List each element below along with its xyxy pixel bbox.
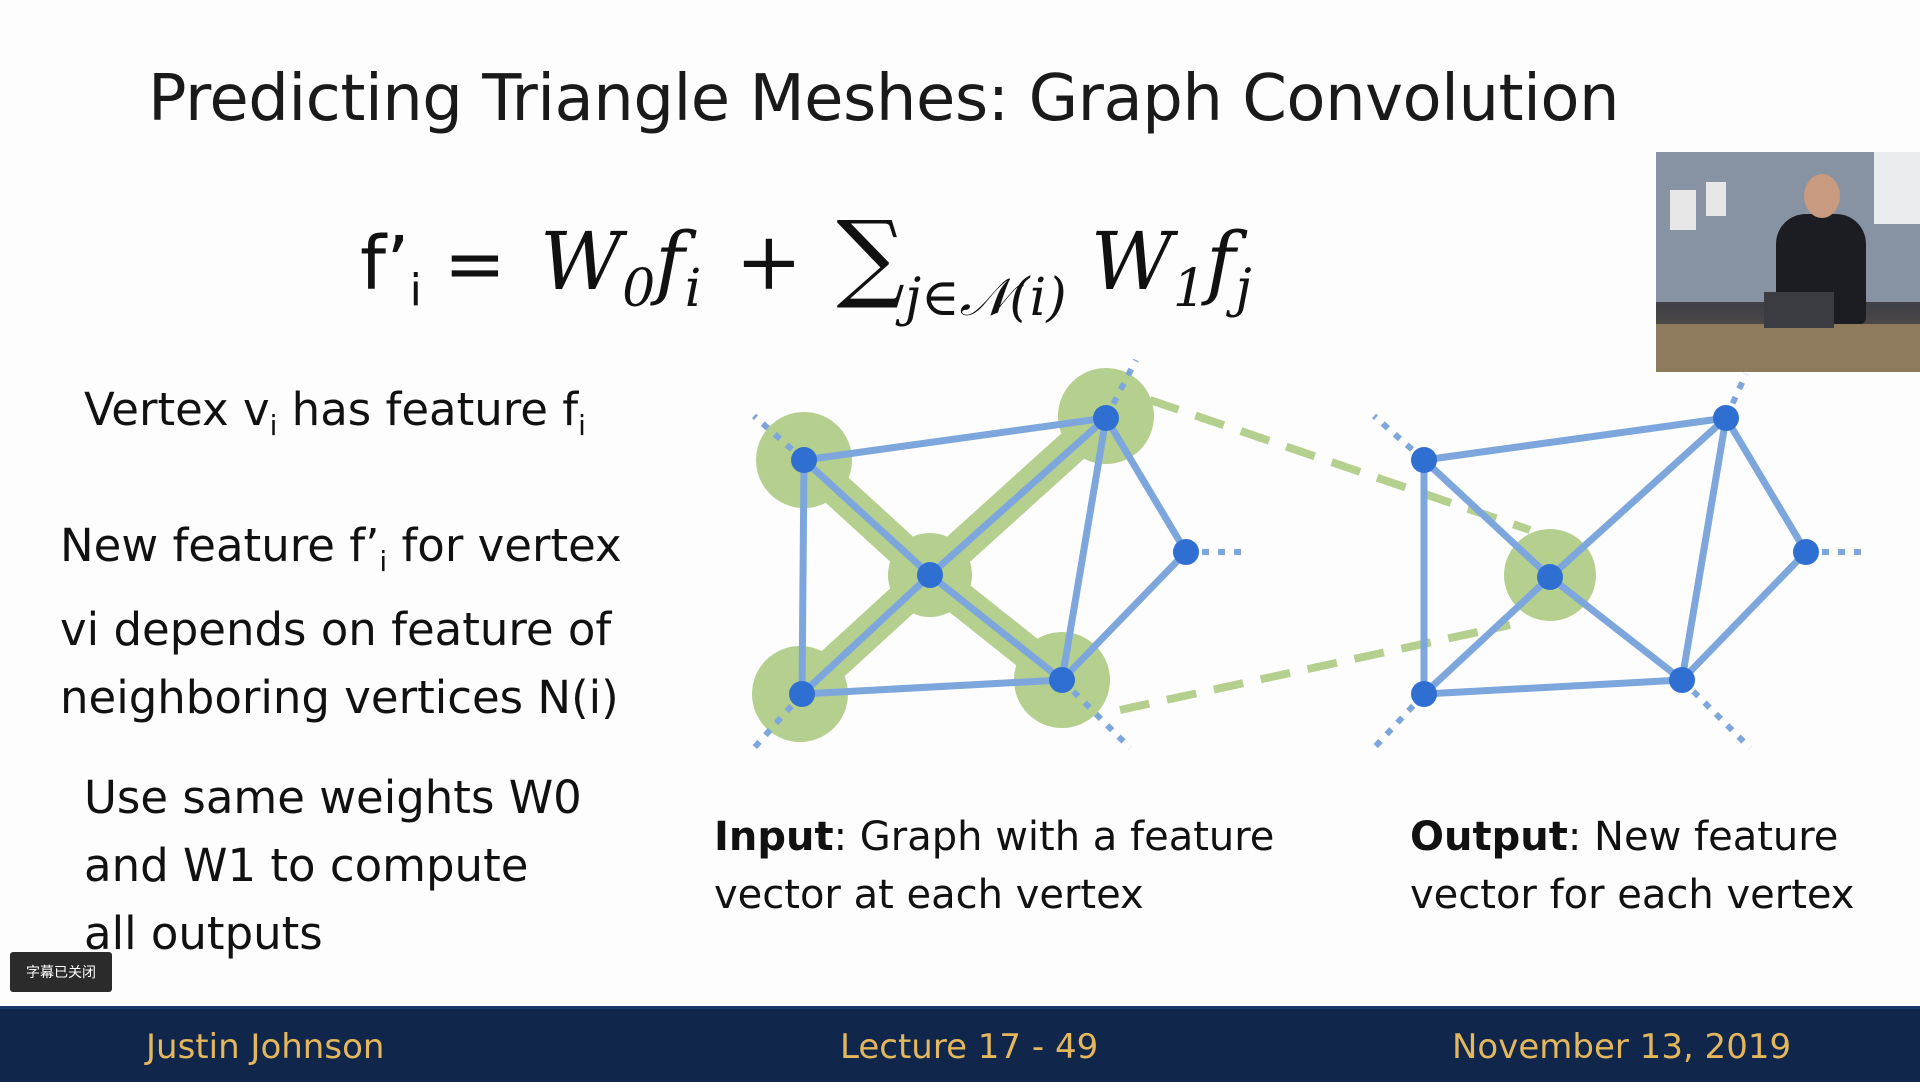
mapping-dashed-lines [1119,396,1532,714]
slide-title: Predicting Triangle Meshes: Graph Convol… [148,62,1620,136]
presenter-video-thumbnail[interactable] [1656,152,1920,372]
vertex-feature-text: Vertex vi has feature fi [84,383,586,442]
output-graph-vertices [1411,405,1819,707]
formula-equals: = [443,221,506,307]
shared-weights-text: Use same weights W0 and W1 to compute al… [84,771,582,960]
formula-w0-term: W0fi [539,215,702,319]
input-neighborhood-highlight [752,368,1596,742]
output-caption: Output: New feature vector for each vert… [1410,814,1855,918]
input-caption: Input: Graph with a feature vector at ea… [714,814,1275,918]
output-graph-edges [1420,414,1810,698]
formula-sum-symbol: ∑ [836,200,905,312]
graph-convolution-formula: f’i = W0fi + ∑ j∈𝒩(i) W1fj [360,200,1252,330]
subtitle-toggle-button[interactable]: 字幕已关闭 [10,952,112,992]
lecture-slide: Predicting Triangle Meshes: Graph Convol… [0,0,1920,1082]
formula-plus: + [735,215,803,308]
formula-w1-term: W1fj [1090,215,1252,319]
new-feature-text: New feature f’i for vertex vi depends on… [60,519,622,724]
footer-lecture-number: Lecture 17 - 49 [840,1027,1099,1067]
formula-sum-subscript: j∈𝒩(i) [904,268,1067,328]
formula-lhs: f’i [360,221,422,316]
input-graph-vertices [789,405,1199,707]
footer-author: Justin Johnson [146,1027,385,1067]
input-graph-edges [798,414,1190,698]
slide-footer: Justin Johnson Lecture 17 - 49 November … [0,1006,1920,1082]
footer-date: November 13, 2019 [1452,1027,1792,1067]
